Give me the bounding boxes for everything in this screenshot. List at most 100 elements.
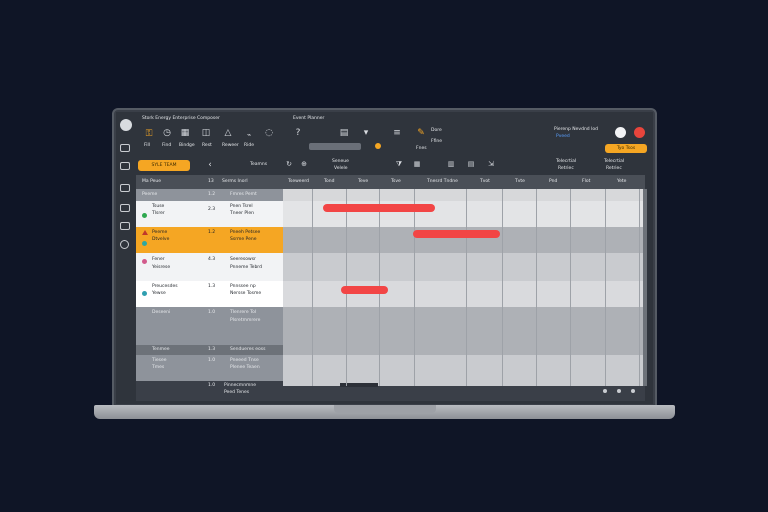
row-name: Tiesee (152, 358, 167, 363)
gantt-task-bar[interactable] (323, 204, 435, 212)
table-row[interactable]: Tsuse Tlsrer 2.3 Pnen Tsrel Tneer Plen (136, 201, 283, 227)
footer-num: 1.0 (208, 383, 216, 388)
gantt-gridline (312, 189, 313, 386)
gantt-task-bar[interactable] (341, 286, 388, 294)
chart-icon[interactable] (120, 184, 130, 192)
search-input[interactable] (309, 143, 361, 150)
right-panel-label-1: Retriec (558, 166, 574, 171)
timeline-col: Tvte (515, 179, 525, 184)
row-detail2: Nersse Tosme (230, 291, 262, 296)
box-icon[interactable]: ◫ (200, 128, 212, 138)
report-icon[interactable] (120, 222, 130, 230)
settings-icon[interactable] (120, 240, 129, 249)
gantt-grid (283, 189, 645, 386)
list-header-col1: Ma Peue (142, 179, 162, 184)
status-sub: Pveed (556, 134, 570, 139)
tag-icon[interactable]: ▾ (360, 128, 372, 138)
row-sub: Yeisrese (152, 265, 171, 270)
table-row[interactable]: Preucesdes Yewse 1.3 Pnnssee np Nersse T… (136, 281, 283, 307)
top-right-button[interactable]: Tyo Tsos (605, 144, 647, 153)
columns-icon[interactable]: ▥ (446, 159, 456, 169)
clock-icon[interactable]: ◷ (161, 128, 173, 138)
bolt-icon[interactable]: ⌁ (244, 130, 254, 140)
row-name: Peeme (142, 192, 158, 197)
right-label-1: Ffine (431, 139, 443, 144)
footer-label: Pinnecmnmne (224, 383, 257, 388)
row-name: Deseeni (152, 310, 171, 315)
user-icon[interactable] (615, 127, 626, 138)
status-icon (142, 259, 147, 264)
calendar-icon[interactable]: ▦ (179, 128, 191, 138)
row-name: Tsuse (152, 204, 165, 209)
pencil-icon[interactable]: ✎ (416, 128, 426, 138)
list-icon[interactable]: ≡ (391, 128, 403, 138)
rows-icon[interactable]: ▤ (466, 159, 476, 169)
row-detail: Pneeed Tnse (230, 358, 259, 363)
row-detail2: Plenee Teaen (230, 365, 260, 370)
row-num: 2.3 (208, 207, 216, 212)
right-label-0: Dore (431, 128, 442, 133)
app-title: Stork Energy Enterprise Composer (142, 116, 220, 121)
row-detail: Pnen Tsrel (230, 204, 253, 209)
help-icon[interactable]: ? (292, 128, 304, 138)
team-button[interactable]: SYLE TEAM (138, 160, 190, 171)
table-row[interactable]: Peeme Dtvelve 1.2 Pneeh Petsee Ssrme Pen… (136, 227, 283, 253)
close-icon[interactable] (634, 127, 645, 138)
zoom-out-icon[interactable] (603, 389, 607, 393)
triangle-icon[interactable]: △ (222, 128, 234, 138)
tab-teams[interactable]: Teamns (250, 162, 267, 168)
grid-icon[interactable]: ▦ (412, 159, 422, 169)
row-name: Tenmee (152, 347, 170, 352)
zoom-in-icon[interactable] (631, 389, 635, 393)
table-row[interactable]: Fener Yeisrese 4.3 Seeresowsr Pnneme Teb… (136, 253, 283, 281)
row-name: Fener (152, 257, 165, 262)
row-sub: Tmes (152, 365, 165, 370)
right-panel-label-0: Telecrtial (556, 159, 577, 164)
row-detail: Tlenrere Tol (230, 310, 257, 315)
key-icon[interactable]: ⚿ (144, 129, 154, 139)
list-header-col2: 13 (208, 179, 214, 184)
list-header: Ma Peue 13 Serms Inorl (136, 175, 283, 189)
list-header-col3: Serms Inorl (222, 179, 248, 184)
doc-title: Event Planner (293, 116, 325, 121)
app-logo[interactable] (120, 119, 132, 131)
toolbar-label-3: Rest (202, 143, 212, 148)
timeline-header: Tseweerd Tond Teve Tsve Tnesrd Tndne Tvo… (283, 175, 645, 189)
gantt-gridline (414, 189, 415, 386)
export-icon[interactable]: ⇲ (486, 159, 496, 169)
row-num: 1.2 (208, 192, 216, 197)
chat-icon[interactable]: ◌ (262, 128, 276, 138)
vertical-scrollbar[interactable] (643, 189, 647, 386)
row-detail2: Plsretmmrere (230, 318, 261, 323)
row-detail: Pneeh Petsee (230, 230, 261, 235)
table-row[interactable]: Peeme 1.2 Fmres Pemt (136, 189, 283, 201)
filter-icon[interactable]: ⧩ (394, 159, 404, 169)
gantt-gridline (502, 189, 503, 386)
gantt-gridline (466, 189, 467, 386)
list-footer: Pinnecmnmne Peed Tenes 1.0 (136, 381, 283, 401)
gantt-footer (283, 386, 645, 401)
status-icon (142, 241, 147, 246)
table-row[interactable]: Tenmee 1.3 Sendueres eoss (136, 345, 283, 355)
row-num: 4.3 (208, 257, 216, 262)
table-row[interactable]: Deseeni 1.0 Tlenrere Tol Plsretmmrere (136, 307, 283, 345)
chevron-left-icon[interactable]: ‹ (206, 160, 214, 170)
layers-icon[interactable] (120, 162, 130, 170)
view-label-0[interactable]: Seneue (332, 159, 349, 165)
table-row[interactable]: Tiesee Tmes 1.0 Pneeed Tnse Plenee Teaen (136, 355, 283, 381)
row-sub: Tlsrer (152, 211, 165, 216)
folder-icon[interactable] (120, 204, 130, 212)
fit-icon[interactable] (617, 389, 621, 393)
home-icon[interactable] (120, 144, 130, 152)
doc-icon[interactable]: ▤ (338, 128, 350, 138)
gantt-gridline (570, 189, 571, 386)
toolbar-label-5: Ride (244, 143, 255, 148)
view-label-1[interactable]: Velele (334, 166, 348, 172)
timeline-col: Pnd (549, 179, 558, 184)
gantt-task-bar[interactable] (413, 230, 500, 238)
refresh-icon[interactable]: ↻ (284, 159, 294, 169)
right-panel-label-2: Telecrtial (604, 159, 625, 164)
zoom-icon[interactable]: ⊕ (299, 159, 309, 169)
row-detail2: Pnneme Tebrd (230, 265, 262, 270)
timeline-col: Flot (582, 179, 591, 184)
